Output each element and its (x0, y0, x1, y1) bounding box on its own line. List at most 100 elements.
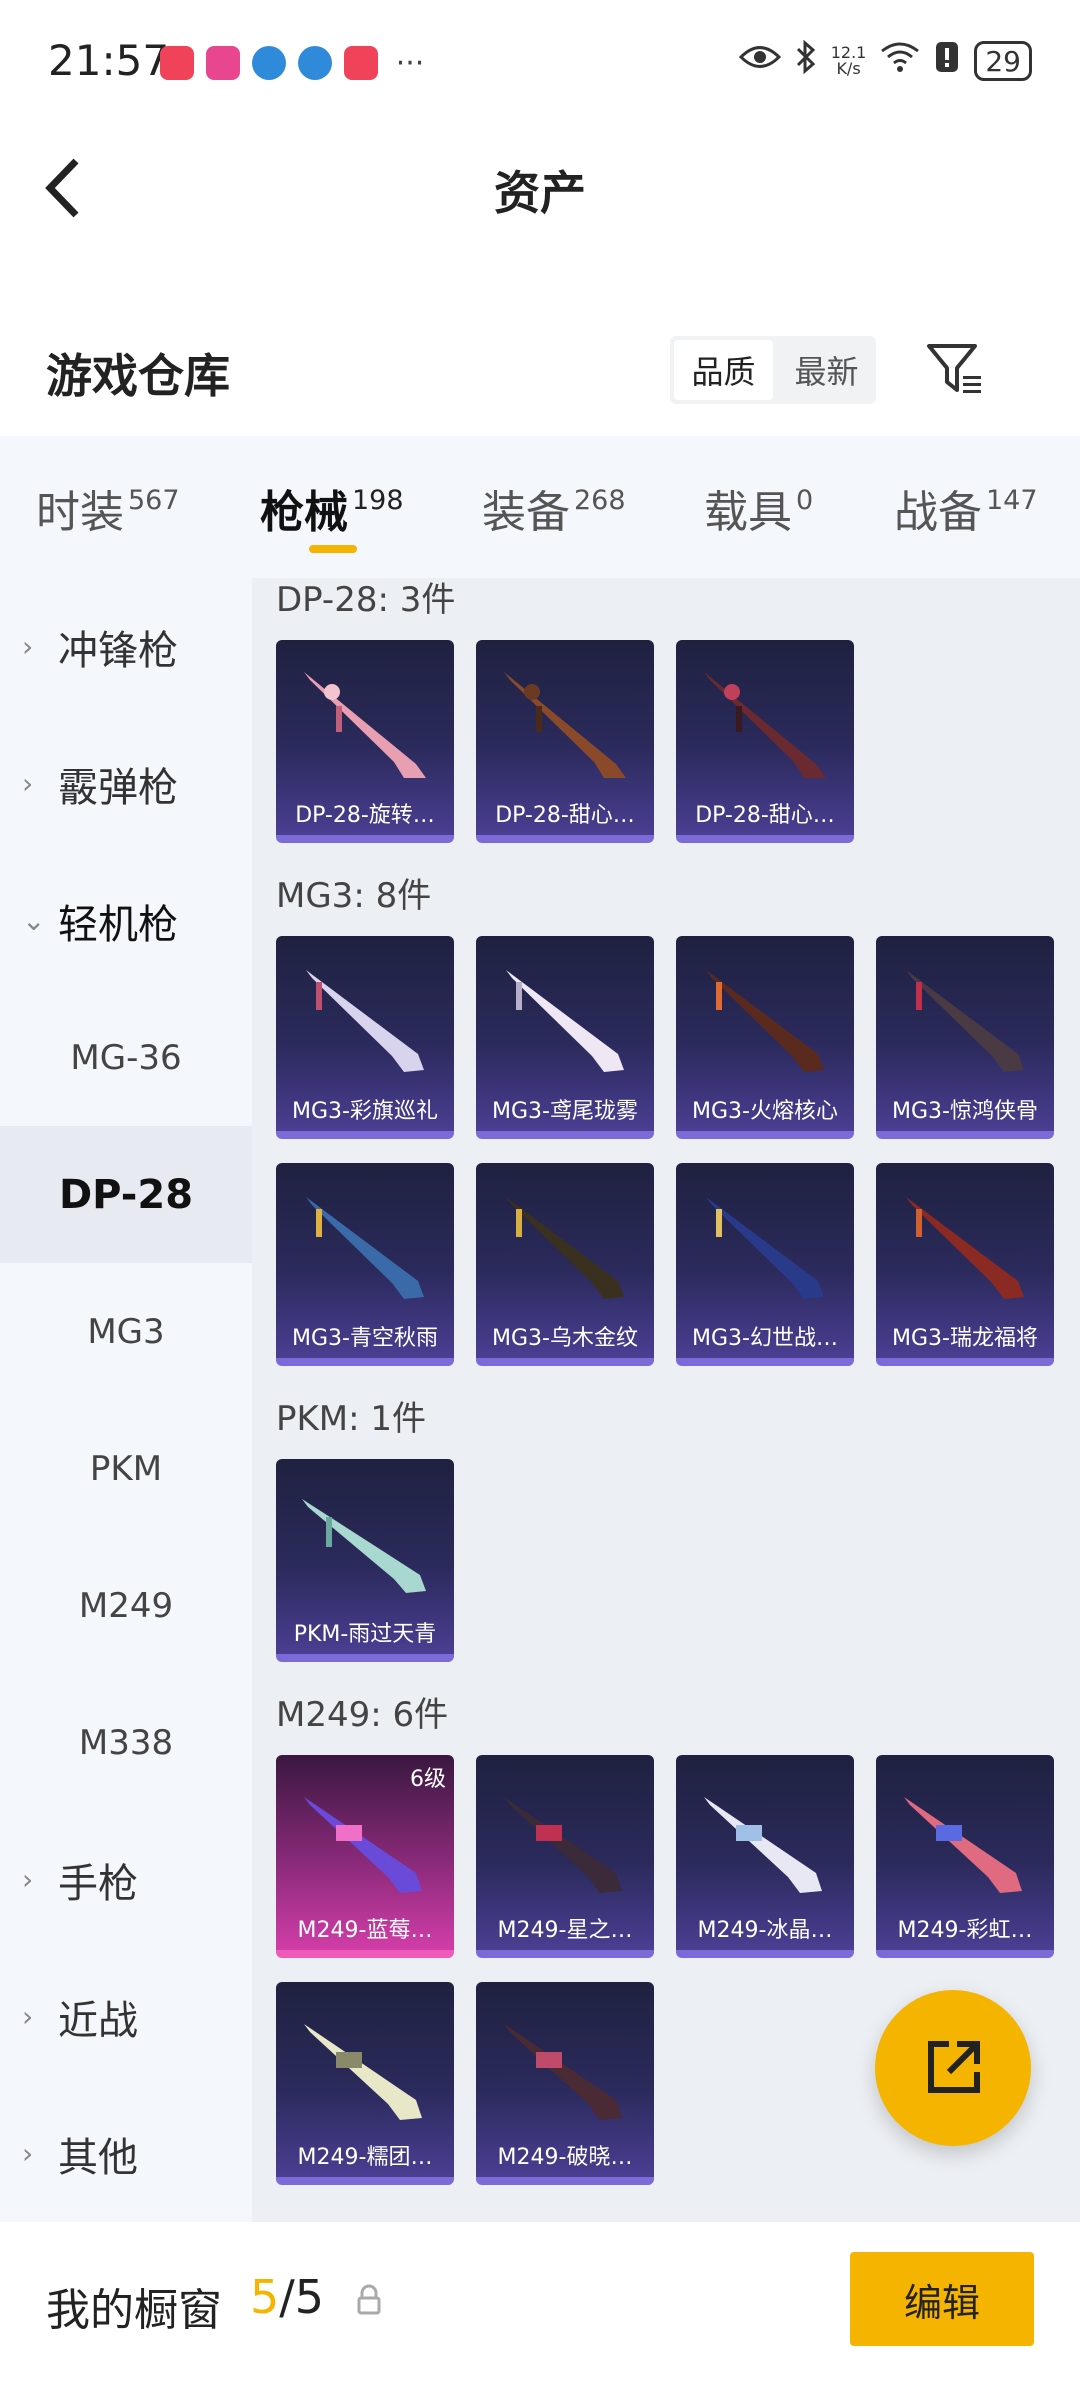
tab-fashion[interactable]: 时装 567 (36, 476, 180, 540)
sidebar-item-mg3[interactable]: MG3 (0, 1263, 252, 1400)
skin-name: M249-蓝莓… (297, 1918, 433, 1943)
status-time: 21:57 (48, 36, 170, 85)
weapon-image (704, 672, 826, 778)
sidebar-item-mg36[interactable]: MG-36 (0, 989, 252, 1126)
edit-button[interactable]: 编辑 (850, 2252, 1034, 2346)
more-notifications-icon: ··· (395, 45, 425, 81)
skin-card[interactable]: M249-彩虹… (876, 1755, 1054, 1958)
battery-indicator: 29 (974, 41, 1032, 81)
sidebar-item-pistol[interactable]: › 手枪 (0, 1811, 252, 1948)
skin-card[interactable]: M249-冰晶… (676, 1755, 854, 1958)
sort-by-newest-button[interactable]: 最新 (777, 336, 876, 404)
warehouse-title: 游戏仓库 (46, 349, 230, 403)
active-tab-indicator (309, 545, 357, 553)
eye-icon (738, 42, 781, 80)
skin-name: MG3-青空秋雨 (292, 1326, 438, 1351)
skin-card[interactable]: PKM-雨过天青 (276, 1459, 454, 1662)
wifi-icon (880, 41, 920, 81)
skin-card[interactable]: M249-糯团… (276, 1982, 454, 2185)
system-icons: 12.1 K/s 29 (738, 39, 1032, 82)
skin-card[interactable]: MG3-幻世战… (676, 1163, 854, 1366)
sidebar-item-m249[interactable]: M249 (0, 1537, 252, 1674)
weapon-image (304, 672, 426, 778)
alert-icon (934, 40, 960, 82)
skin-card[interactable]: M249-破晓… (476, 1982, 654, 2185)
sidebar-item-dp28[interactable]: DP-28 (0, 1126, 252, 1263)
sidebar-item-other[interactable]: › 其他 (0, 2085, 252, 2222)
sidebar-item-shotgun[interactable]: › 霰弹枪 (0, 715, 252, 852)
skin-name: MG3-火熔核心 (692, 1099, 838, 1124)
weapon-image (504, 672, 626, 778)
tab-count: 198 (352, 485, 404, 516)
tab-firearms[interactable]: 枪械 198 (260, 476, 404, 540)
weapon-skin-list: DP-28: 3件 DP-28-旋转… DP-28-甜心… DP-28-甜心… … (252, 578, 1080, 2222)
group-title: M249: 6件 (276, 1695, 449, 1735)
skin-card[interactable]: MG3-乌木金纹 (476, 1163, 654, 1366)
sidebar-item-label: MG-36 (70, 1037, 182, 1078)
chevron-down-icon: ⌄ (22, 904, 46, 937)
tab-vehicles[interactable]: 载具 0 (704, 476, 813, 540)
skin-card[interactable]: DP-28-甜心… (676, 640, 854, 843)
sidebar-item-label: DP-28 (58, 1171, 194, 1218)
group-title: MG3: 8件 (276, 876, 432, 916)
chevron-right-icon: › (22, 2000, 34, 2033)
weapon-image (904, 1797, 1022, 1893)
sort-by-quality-button[interactable]: 品质 (674, 340, 773, 400)
skin-card[interactable]: DP-28-旋转… (276, 640, 454, 843)
browser-icon (252, 46, 286, 80)
weapon-image (504, 1797, 622, 1893)
showcase-bar: 我的橱窗 5/5 编辑 (0, 2222, 1080, 2382)
chevron-right-icon: › (22, 767, 34, 800)
tab-label: 枪械 (260, 487, 348, 538)
sidebar-item-melee[interactable]: › 近战 (0, 1948, 252, 2085)
sidebar-item-smg[interactable]: › 冲锋枪 (0, 578, 252, 715)
skin-name: PKM-雨过天青 (293, 1622, 437, 1647)
sidebar-item-label: M338 (78, 1722, 174, 1763)
tab-count: 147 (986, 485, 1038, 516)
skin-card[interactable]: MG3-青空秋雨 (276, 1163, 454, 1366)
sidebar-item-pkm[interactable]: PKM (0, 1400, 252, 1537)
skin-card[interactable]: DP-28-甜心… (476, 640, 654, 843)
showcase-current: 5 (250, 2270, 280, 2324)
network-speed: 12.1 K/s (830, 43, 867, 78)
skin-name: M249-冰晶… (697, 1918, 833, 1943)
skin-card[interactable]: 6级 M249-蓝莓… (276, 1755, 454, 1958)
tab-label: 时装 (36, 487, 124, 538)
share-button[interactable] (875, 1990, 1031, 2146)
sidebar-item-label: 手枪 (58, 1860, 138, 1907)
tab-label: 装备 (482, 487, 570, 538)
weapon-image (704, 1797, 822, 1893)
sidebar-item-m338[interactable]: M338 (0, 1674, 252, 1811)
sidebar-item-label: 轻机枪 (58, 901, 178, 948)
tab-equipment[interactable]: 装备 268 (482, 476, 626, 540)
tab-count: 567 (128, 485, 180, 516)
skin-name: MG3-惊鸿侠骨 (892, 1099, 1038, 1124)
weapon-image (506, 1197, 624, 1299)
skin-name: MG3-乌木金纹 (492, 1326, 638, 1351)
warehouse-header: 游戏仓库 品质 最新 (0, 300, 1080, 435)
showcase-count: 5/5 (250, 2270, 324, 2324)
skin-name: M249-彩虹… (897, 1918, 1033, 1943)
skin-card[interactable]: MG3-惊鸿侠骨 (876, 936, 1054, 1139)
skin-name: M249-破晓… (497, 2145, 633, 2170)
skin-card[interactable]: M249-星之… (476, 1755, 654, 1958)
tab-count: 268 (574, 485, 626, 516)
weapon-image (304, 2024, 422, 2120)
skin-card[interactable]: MG3-鸢尾珑雾 (476, 936, 654, 1139)
skin-card[interactable]: MG3-火熔核心 (676, 936, 854, 1139)
skin-name: MG3-瑞龙福将 (892, 1326, 1038, 1351)
skin-card[interactable]: MG3-瑞龙福将 (876, 1163, 1054, 1366)
tab-supplies[interactable]: 战备 147 (894, 476, 1038, 540)
filter-icon[interactable] (925, 342, 985, 398)
sort-toggle: 品质 最新 (670, 336, 876, 404)
skin-card[interactable]: MG3-彩旗巡礼 (276, 936, 454, 1139)
lola-app-icon (206, 46, 240, 80)
lock-icon (356, 2284, 382, 2316)
weapon-category-sidebar: › 冲锋枪 › 霰弹枪 ⌄ 轻机枪 MG-36 DP-28 MG3 PKM M2… (0, 578, 252, 2222)
skin-name: M249-糯团… (297, 2145, 433, 2170)
chevron-right-icon: › (22, 1863, 34, 1896)
shop-icon (160, 46, 194, 80)
sidebar-item-lmg[interactable]: ⌄ 轻机枪 (0, 852, 252, 989)
tab-label: 战备 (894, 487, 982, 538)
tab-label: 载具 (704, 487, 792, 538)
